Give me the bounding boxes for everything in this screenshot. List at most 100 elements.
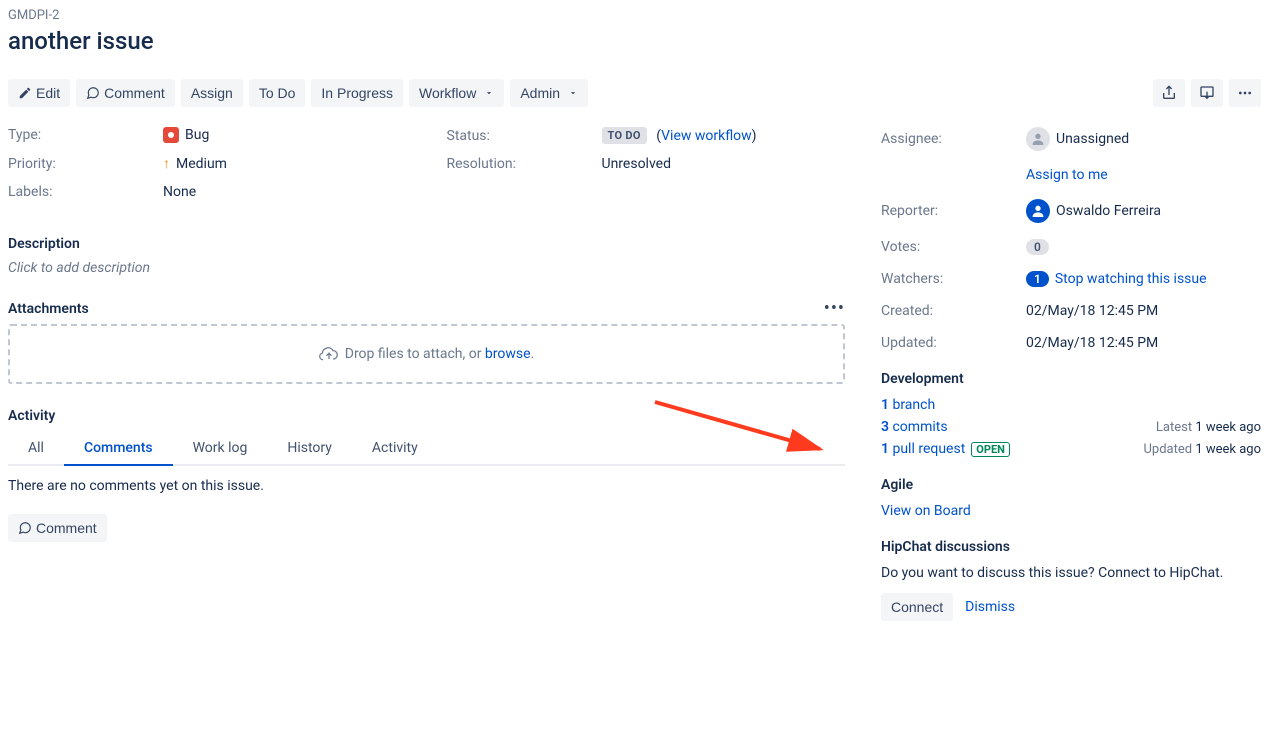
drop-text: Drop files to attach, or <box>345 346 485 362</box>
todo-button[interactable]: To Do <box>249 79 306 107</box>
assign-button[interactable]: Assign <box>181 79 243 107</box>
description-placeholder[interactable]: Click to add description <box>8 260 845 276</box>
browse-link[interactable]: browse <box>485 346 531 362</box>
hipchat-connect-button[interactable]: Connect <box>881 593 953 621</box>
share-icon <box>1161 85 1177 101</box>
updated-label: Updated: <box>881 335 1026 351</box>
type-label: Type: <box>8 127 163 143</box>
tab-activity[interactable]: Activity <box>352 432 438 464</box>
activity-heading: Activity <box>8 408 845 424</box>
field-updated: Updated: 02/May/18 12:45 PM <box>881 335 1261 351</box>
tab-all[interactable]: All <box>8 432 64 464</box>
field-priority: Priority: ↑ Medium <box>8 155 407 172</box>
dev-commits-row: 3 commits Latest 1 week ago <box>881 419 1261 435</box>
export-icon <box>1199 85 1215 101</box>
status-label: Status: <box>447 128 602 144</box>
attachments-heading: Attachments <box>8 301 89 317</box>
labels-label: Labels: <box>8 184 163 200</box>
created-value: 02/May/18 12:45 PM <box>1026 303 1158 319</box>
view-on-board-link[interactable]: View on Board <box>881 503 971 519</box>
commits-link[interactable]: 3 commits <box>881 419 948 435</box>
tab-comments[interactable]: Comments <box>64 432 173 466</box>
attachments-dropzone[interactable]: Drop files to attach, or browse. <box>8 324 845 384</box>
reporter-avatar <box>1026 199 1050 223</box>
edit-label: Edit <box>36 85 60 101</box>
more-button[interactable] <box>1229 79 1261 107</box>
field-resolution: Resolution: Unresolved <box>447 156 846 172</box>
cloud-upload-icon <box>319 344 339 364</box>
assignee-value: Unassigned <box>1056 131 1129 147</box>
priority-icon: ↑ <box>163 155 170 172</box>
tab-worklog[interactable]: Work log <box>173 432 268 464</box>
priority-value: Medium <box>176 156 227 172</box>
branch-link[interactable]: 1 branch <box>881 397 935 413</box>
pr-link[interactable]: 1 pull request <box>881 441 965 457</box>
field-status: Status: TO DO (View workflow) <box>447 127 846 144</box>
share-button[interactable] <box>1153 79 1185 107</box>
votes-label: Votes: <box>881 239 1026 255</box>
hipchat-dismiss-link[interactable]: Dismiss <box>965 599 1015 615</box>
stop-watching-link[interactable]: Stop watching this issue <box>1055 271 1207 287</box>
field-reporter: Reporter: Oswaldo Ferreira <box>881 199 1261 223</box>
field-votes: Votes: 0 <box>881 239 1261 255</box>
comment-button[interactable]: Comment <box>76 79 175 107</box>
watchers-badge: 1 <box>1026 271 1049 287</box>
pr-meta: Updated 1 week ago <box>1143 442 1261 457</box>
unassigned-avatar <box>1026 127 1050 151</box>
development-heading: Development <box>881 371 1261 387</box>
assign-to-me-link[interactable]: Assign to me <box>1026 167 1108 183</box>
comment-icon <box>86 86 100 100</box>
admin-button[interactable]: Admin <box>510 79 588 107</box>
comment-btn-label: Comment <box>36 520 97 536</box>
updated-value: 02/May/18 12:45 PM <box>1026 335 1158 351</box>
field-created: Created: 02/May/18 12:45 PM <box>881 303 1261 319</box>
tab-history[interactable]: History <box>267 432 352 464</box>
agile-heading: Agile <box>881 477 1261 493</box>
field-type: Type: Bug <box>8 127 407 143</box>
description-heading: Description <box>8 236 845 252</box>
field-assignee: Assignee: Unassigned <box>881 127 1261 151</box>
more-icon <box>1237 85 1253 101</box>
drop-dot: . <box>531 346 535 362</box>
field-watchers: Watchers: 1 Stop watching this issue <box>881 271 1261 287</box>
resolution-value: Unresolved <box>602 156 671 172</box>
inprogress-button[interactable]: In Progress <box>311 79 403 107</box>
page-title: another issue <box>8 27 1261 55</box>
activity-tabs: All Comments Work log History Activity <box>8 432 845 466</box>
view-workflow-link[interactable]: View workflow <box>661 128 752 144</box>
dev-branch-row: 1 branch <box>881 397 1261 413</box>
edit-button[interactable]: Edit <box>8 79 70 107</box>
created-label: Created: <box>881 303 1026 319</box>
reporter-value: Oswaldo Ferreira <box>1056 203 1161 219</box>
workflow-button[interactable]: Workflow <box>409 79 504 107</box>
assignee-label: Assignee: <box>881 131 1026 147</box>
watchers-label: Watchers: <box>881 271 1026 287</box>
field-assign-to-me: Assign to me <box>881 167 1261 183</box>
comment-icon <box>18 521 32 535</box>
pencil-icon <box>18 86 32 100</box>
workflow-label: Workflow <box>419 85 476 101</box>
status-lozenge: TO DO <box>602 127 647 144</box>
breadcrumb[interactable]: GMDPI-2 <box>8 8 1261 23</box>
chevron-down-icon <box>484 88 494 98</box>
no-comments-text: There are no comments yet on this issue. <box>8 478 845 494</box>
dev-pr-row: 1 pull request OPEN Updated 1 week ago <box>881 441 1261 457</box>
bug-icon <box>163 127 179 143</box>
toolbar: Edit Comment Assign To Do In Progress Wo… <box>8 79 1261 107</box>
comment-label: Comment <box>104 85 165 101</box>
chevron-down-icon <box>568 88 578 98</box>
add-comment-button[interactable]: Comment <box>8 514 107 542</box>
export-button[interactable] <box>1191 79 1223 107</box>
commits-meta: Latest 1 week ago <box>1156 420 1261 435</box>
attachments-menu[interactable]: ••• <box>824 300 845 318</box>
hipchat-heading: HipChat discussions <box>881 539 1261 555</box>
type-value: Bug <box>185 127 209 143</box>
reporter-label: Reporter: <box>881 203 1026 219</box>
field-labels: Labels: None <box>8 184 407 200</box>
resolution-label: Resolution: <box>447 156 602 172</box>
labels-value: None <box>163 184 196 200</box>
priority-label: Priority: <box>8 156 163 172</box>
pr-status-lozenge: OPEN <box>971 442 1010 457</box>
votes-badge: 0 <box>1026 239 1049 255</box>
view-workflow-wrap: (View workflow) <box>653 128 757 144</box>
